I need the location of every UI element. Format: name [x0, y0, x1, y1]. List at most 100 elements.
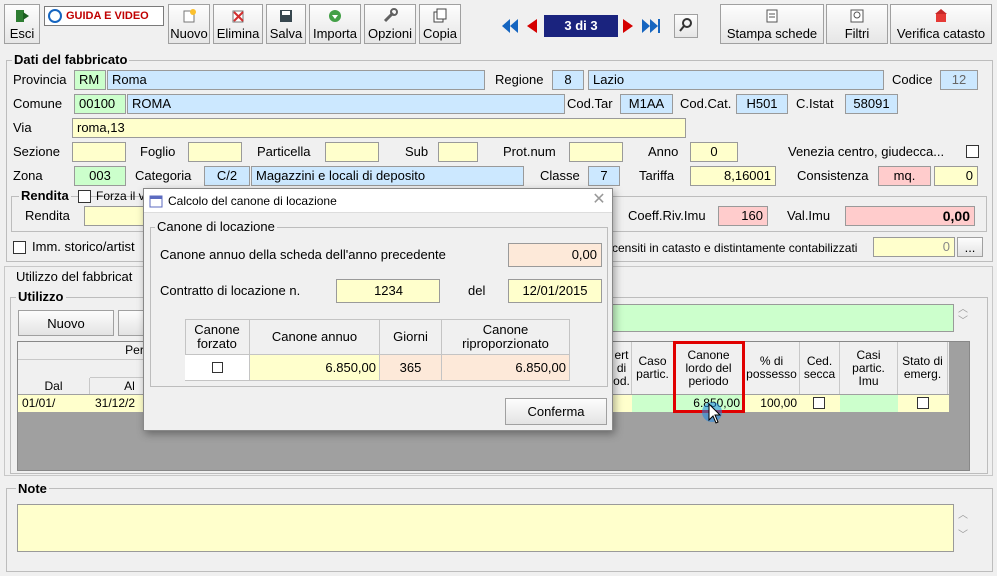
- provincia-code-field[interactable]: RM: [74, 70, 106, 90]
- foglio-field[interactable]: [188, 142, 242, 162]
- protnum-field[interactable]: [569, 142, 623, 162]
- verify-icon: [933, 8, 949, 24]
- import-icon: [327, 8, 343, 24]
- first-record-button[interactable]: [500, 16, 520, 36]
- header-stato-emerg: Stato di emerg.: [898, 342, 948, 394]
- importa-button[interactable]: Importa: [309, 4, 361, 44]
- contratto-field[interactable]: 1234: [336, 279, 440, 303]
- esci-button[interactable]: Esci: [4, 4, 40, 44]
- utilizzo-nuovo-button[interactable]: Nuovo: [18, 310, 114, 336]
- codice-field: 12: [940, 70, 978, 90]
- copy-icon: [432, 8, 448, 24]
- prev-record-button[interactable]: [524, 16, 540, 36]
- rendita-title: Rendita: [19, 188, 71, 204]
- next-record-button[interactable]: [620, 16, 636, 36]
- comune-name-field[interactable]: ROMA: [127, 94, 565, 114]
- salva-button[interactable]: Salva: [266, 4, 306, 44]
- provincia-label: Provincia: [13, 72, 67, 87]
- filtri-button[interactable]: Filtri: [826, 4, 888, 44]
- col-annuo-header: Canone annuo: [250, 319, 380, 355]
- forza-checkbox[interactable]: [78, 190, 91, 203]
- tariffa-field[interactable]: 8,16001: [690, 166, 776, 186]
- valimu-field[interactable]: 0,00: [845, 206, 975, 226]
- conferma-button[interactable]: Conferma: [505, 398, 607, 425]
- classe-field[interactable]: 7: [588, 166, 620, 186]
- censiti-browse-button[interactable]: ...: [957, 237, 983, 257]
- nuovo-button[interactable]: Nuovo: [168, 4, 210, 44]
- consistenza-unit-field[interactable]: mq.: [878, 166, 931, 186]
- regione-code-field[interactable]: 8: [552, 70, 584, 90]
- provincia-name-field[interactable]: Roma: [107, 70, 485, 90]
- dialog-title: Calcolo del canone di locazione: [168, 194, 337, 208]
- row-stato-checkbox[interactable]: [917, 397, 929, 409]
- cursor-pointer-icon: [700, 398, 728, 426]
- guida-icon: [48, 9, 62, 23]
- utilizzo-tab-label[interactable]: Utilizzo del fabbricat: [16, 268, 132, 286]
- venezia-checkbox[interactable]: [966, 145, 979, 158]
- save-icon: [278, 8, 294, 24]
- opzioni-button[interactable]: Opzioni: [364, 4, 416, 44]
- via-field[interactable]: roma,13: [72, 118, 686, 138]
- storico-checkbox[interactable]: [13, 241, 26, 254]
- comune-label: Comune: [13, 96, 63, 111]
- last-record-button[interactable]: [640, 16, 662, 36]
- annuo-cell[interactable]: 6.850,00: [250, 355, 380, 381]
- ripro-cell: 6.850,00: [442, 355, 570, 381]
- del-label: del: [468, 283, 486, 298]
- cistat-field[interactable]: 58091: [845, 94, 898, 114]
- anno-field[interactable]: 0: [690, 142, 738, 162]
- regione-name-field[interactable]: Lazio: [588, 70, 884, 90]
- sezione-field[interactable]: [72, 142, 126, 162]
- nuovo-label: Nuovo: [170, 26, 208, 41]
- copia-button[interactable]: Copia: [419, 4, 461, 44]
- utilizzo-description-field[interactable]: [610, 304, 954, 332]
- codtar-field[interactable]: M1AA: [620, 94, 673, 114]
- note-field[interactable]: [17, 504, 954, 552]
- row-casi-cell[interactable]: [840, 395, 898, 412]
- verifica-catasto-button[interactable]: Verifica catasto: [890, 4, 992, 44]
- esci-label: Esci: [9, 26, 35, 41]
- note-scroll-arrows[interactable]: ︿ ﹀: [956, 506, 970, 550]
- censiti-field[interactable]: 0: [873, 237, 955, 257]
- valimu-label: Val.Imu: [787, 208, 831, 223]
- elimina-label: Elimina: [216, 26, 260, 41]
- tariffa-label: Tariffa: [639, 168, 675, 183]
- row-ced-checkbox[interactable]: [813, 397, 825, 409]
- dialog-titlebar: Calcolo del canone di locazione ✕: [144, 189, 612, 213]
- forzato-checkbox[interactable]: [211, 362, 223, 373]
- categoria-code-field[interactable]: C/2: [204, 166, 250, 186]
- record-position: 3 di 3: [544, 15, 618, 37]
- close-icon[interactable]: ✕: [590, 191, 608, 209]
- censiti-label: censiti in catasto e distintamente conta…: [612, 241, 858, 255]
- stampa-schede-button[interactable]: Stampa schede: [720, 4, 824, 44]
- new-icon: [181, 8, 197, 24]
- salva-label: Salva: [269, 26, 303, 41]
- zona-field[interactable]: 003: [74, 166, 126, 186]
- rendita-field[interactable]: [84, 206, 148, 226]
- particella-field[interactable]: [325, 142, 379, 162]
- print-icon: [764, 8, 780, 24]
- row-caso-cell[interactable]: [632, 395, 674, 412]
- utilizzo-scroll-arrows[interactable]: ︿ ﹀: [956, 304, 970, 332]
- consistenza-value-field[interactable]: 0: [934, 166, 978, 186]
- delete-icon: [230, 8, 246, 24]
- comune-code-field[interactable]: 00100: [74, 94, 126, 114]
- filter-icon: [849, 8, 865, 24]
- elimina-button[interactable]: Elimina: [213, 4, 263, 44]
- search-button[interactable]: [674, 14, 698, 38]
- codtar-label: Cod.Tar: [567, 96, 613, 111]
- codcat-field[interactable]: H501: [736, 94, 788, 114]
- canone-prec-field[interactable]: 0,00: [508, 243, 602, 267]
- categoria-name-field[interactable]: Magazzini e locali di deposito: [251, 166, 524, 186]
- row-al: 31/12/2: [95, 396, 136, 410]
- header-possesso: % di possesso: [744, 342, 800, 394]
- row-possesso-cell[interactable]: 100,00: [744, 395, 800, 412]
- sub-label: Sub: [405, 144, 429, 159]
- coeff-field[interactable]: 160: [718, 206, 768, 226]
- forzato-cell[interactable]: [185, 355, 250, 381]
- sub-field[interactable]: [438, 142, 478, 162]
- verifica-label: Verifica catasto: [896, 26, 986, 41]
- del-date-field[interactable]: 12/01/2015: [508, 279, 602, 303]
- guida-video-button[interactable]: GUIDA E VIDEO: [44, 6, 164, 26]
- forza-label: Forza il v: [96, 189, 145, 203]
